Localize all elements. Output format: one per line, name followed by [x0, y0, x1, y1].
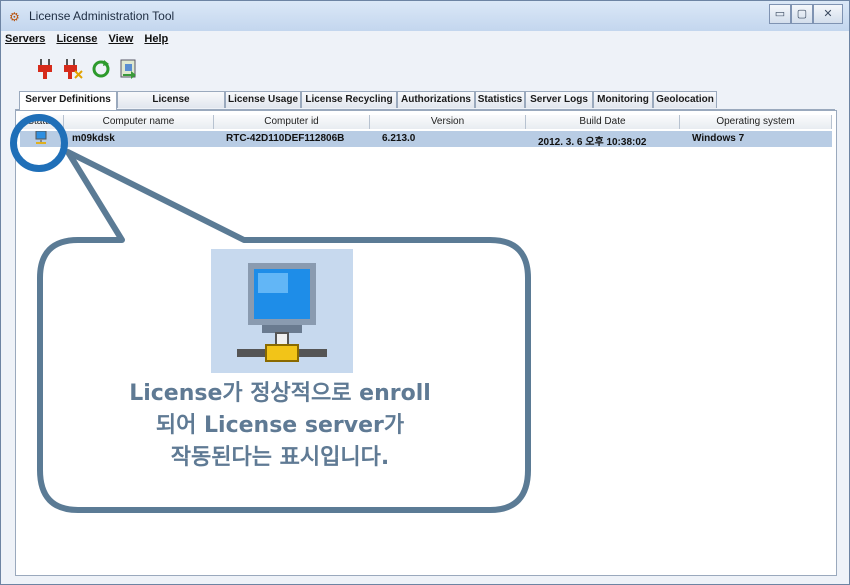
callout-line-1: License가 정상적으로 enroll	[129, 381, 431, 406]
callout-text: License가 정상적으로 enroll 되어 License server가…	[60, 378, 500, 474]
callout-bubble	[37, 149, 531, 513]
callout-line-2: 되어 License server가	[155, 413, 405, 438]
highlight-circle	[10, 114, 68, 172]
callout-line-3: 작동된다는 표시입니다.	[170, 445, 390, 470]
server-computer-icon	[211, 249, 353, 373]
